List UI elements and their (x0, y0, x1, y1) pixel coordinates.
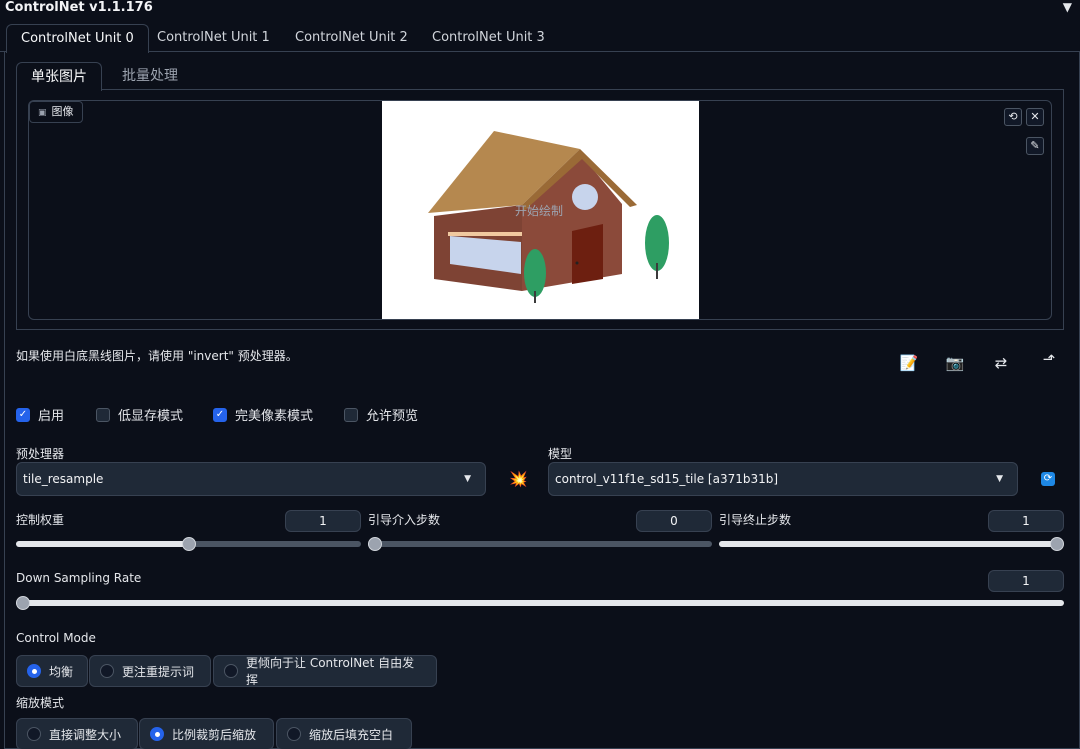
control-weight-slider[interactable] (16, 537, 361, 551)
down-sampling-slider[interactable] (16, 596, 1064, 610)
send-dimensions-icon[interactable]: ⬏ (1038, 350, 1060, 368)
tab-unit-3[interactable]: ControlNet Unit 3 (418, 24, 559, 53)
control-mode-label: Control Mode (16, 631, 96, 645)
chevron-down-icon: ▼ (464, 474, 471, 484)
tab-unit-1[interactable]: ControlNet Unit 1 (143, 24, 284, 53)
slider-thumb[interactable] (1050, 537, 1064, 551)
enable-checkbox[interactable]: ✓ 启用 (16, 405, 64, 424)
input-mode-tabs: 单张图片 批量处理 (16, 62, 1064, 91)
start-step-input[interactable]: 0 (636, 510, 712, 532)
preprocessor-label: 预处理器 (16, 447, 65, 461)
model-select[interactable]: control_v11f1e_sd15_tile [a371b31b] ▼ (548, 462, 1018, 496)
camera-icon[interactable]: 📷 (944, 354, 966, 372)
control-mode-prompt[interactable]: 更注重提示词 (89, 655, 211, 687)
allow-preview-checkbox[interactable]: 允许预览 (344, 405, 418, 424)
low-vram-checkbox[interactable]: 低显存模式 (96, 405, 183, 424)
model-label: 模型 (548, 447, 573, 461)
collapse-icon[interactable]: ▼ (1063, 0, 1072, 14)
tab-batch[interactable]: 批量处理 (108, 62, 192, 91)
down-sampling-label: Down Sampling Rate (16, 571, 142, 585)
control-weight-label: 控制权重 (16, 513, 65, 527)
new-canvas-icon[interactable]: 📝 (898, 354, 920, 372)
control-mode-group: 均衡 更注重提示词 更倾向于让 ControlNet 自由发挥 (16, 655, 446, 687)
start-step-label: 引导介入步数 (368, 513, 441, 527)
close-icon[interactable]: ✕ (1026, 108, 1044, 126)
brush-icon[interactable]: ✎ (1026, 137, 1044, 155)
image-icon: ▣ (38, 108, 47, 118)
slider-thumb[interactable] (182, 537, 196, 551)
option-checkboxes: ✓ 启用 低显存模式 ✓ 完美像素模式 允许预览 (16, 405, 516, 425)
swap-icon[interactable]: ⇄ (990, 354, 1012, 372)
unit-tab-bar: ControlNet Unit 0 ControlNet Unit 1 Cont… (0, 24, 1080, 53)
pixel-perfect-checkbox[interactable]: ✓ 完美像素模式 (213, 405, 313, 424)
refresh-models-icon[interactable]: ⟳ (1041, 472, 1055, 486)
resize-mode-fill[interactable]: 缩放后填充空白 (276, 718, 412, 749)
tab-single-image[interactable]: 单张图片 (16, 62, 102, 91)
canvas-start-draw-text: 开始绘制 (515, 204, 564, 218)
chevron-down-icon: ▼ (996, 474, 1003, 484)
end-step-input[interactable]: 1 (988, 510, 1064, 532)
resize-mode-crop[interactable]: 比例裁剪后缩放 (139, 718, 274, 749)
slider-thumb[interactable] (368, 537, 382, 551)
resize-mode-label: 缩放模式 (16, 696, 65, 710)
end-step-slider[interactable] (719, 537, 1064, 551)
end-step-label: 引导终止步数 (719, 513, 792, 527)
slider-thumb[interactable] (16, 596, 30, 610)
control-mode-balanced[interactable]: 均衡 (16, 655, 88, 687)
image-label: ▣ 图像 (29, 101, 83, 123)
resize-mode-group: 直接调整大小 比例裁剪后缩放 缩放后填充空白 (16, 718, 436, 749)
control-weight-input[interactable]: 1 (285, 510, 361, 532)
down-sampling-input[interactable]: 1 (988, 570, 1064, 592)
tab-unit-2[interactable]: ControlNet Unit 2 (281, 24, 422, 53)
preprocessor-select[interactable]: tile_resample ▼ (16, 462, 486, 496)
start-step-slider[interactable] (368, 537, 712, 551)
panel-title: ControlNet v1.1.176 (5, 0, 153, 15)
run-preprocessor-icon[interactable]: 💥 (509, 470, 528, 488)
undo-icon[interactable]: ⟲ (1004, 108, 1022, 126)
resize-mode-just-resize[interactable]: 直接调整大小 (16, 718, 138, 749)
invert-hint: 如果使用白底黑线图片，请使用 "invert" 预处理器。 (16, 349, 298, 363)
tab-unit-0[interactable]: ControlNet Unit 0 (6, 24, 149, 53)
control-mode-controlnet[interactable]: 更倾向于让 ControlNet 自由发挥 (213, 655, 437, 687)
